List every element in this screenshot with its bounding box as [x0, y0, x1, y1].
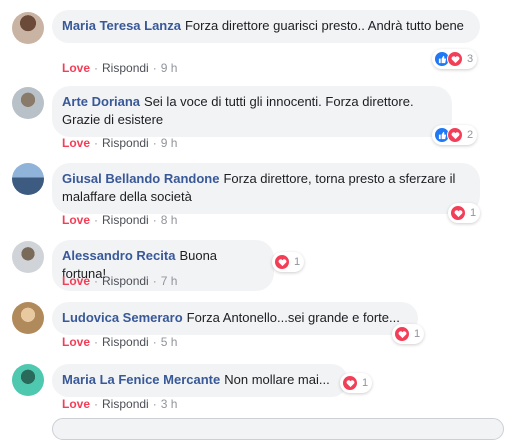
comment-author[interactable]: Ludovica Semeraro	[62, 310, 183, 325]
comment-bubble: Giusal Bellando Randone Forza direttore, …	[52, 163, 480, 214]
separator: ·	[94, 335, 99, 349]
comment-bubble: Maria La Fenice Mercante Non mollare mai.…	[52, 364, 348, 397]
avatar[interactable]	[12, 163, 44, 195]
comment-actions: Love · Rispondi · 5 h	[62, 335, 177, 349]
love-link[interactable]: Love	[62, 397, 90, 411]
love-link[interactable]: Love	[62, 274, 90, 288]
comment-bubble: Ludovica Semeraro Forza Antonello...sei g…	[52, 302, 418, 335]
separator: ·	[152, 61, 157, 75]
comment-author[interactable]: Maria Teresa Lanza	[62, 18, 181, 33]
comment-bubble: Maria Teresa Lanza Forza direttore guaris…	[52, 10, 480, 43]
comment-time[interactable]: 5 h	[161, 335, 178, 349]
separator: ·	[94, 61, 99, 75]
comment-actions: Love · Rispondi · 3 h	[62, 397, 177, 411]
comment-actions: Love · Rispondi · 9 h	[62, 136, 177, 150]
separator: ·	[94, 397, 99, 411]
reaction-summary[interactable]: 3	[432, 49, 478, 69]
separator: ·	[94, 213, 99, 227]
comment-author[interactable]: Giusal Bellando Randone	[62, 171, 219, 186]
reply-link[interactable]: Rispondi	[102, 274, 149, 288]
comment-author[interactable]: Arte Doriana	[62, 94, 140, 109]
separator: ·	[152, 213, 157, 227]
avatar[interactable]	[12, 87, 44, 119]
love-link[interactable]: Love	[62, 61, 90, 75]
love-link[interactable]: Love	[62, 335, 90, 349]
reaction-summary[interactable]: 1	[272, 252, 305, 272]
reaction-count: 1	[362, 377, 369, 389]
comment-actions: Love · Rispondi · 7 h	[62, 274, 177, 288]
reaction-count: 1	[470, 207, 477, 219]
comment-time[interactable]: 9 h	[161, 136, 178, 150]
heart-icon	[342, 375, 358, 391]
heart-icon	[394, 326, 410, 342]
love-link[interactable]: Love	[62, 213, 90, 227]
comment-text: Forza direttore guarisci presto.. Andrà …	[184, 18, 464, 33]
comment-text: Non mollare mai...	[224, 372, 330, 387]
separator: ·	[152, 274, 157, 288]
comment-author[interactable]: Alessandro Recita	[62, 248, 175, 263]
reply-link[interactable]: Rispondi	[102, 213, 149, 227]
comment-input[interactable]	[52, 418, 504, 440]
reaction-count: 1	[414, 328, 421, 340]
reply-link[interactable]: Rispondi	[102, 136, 149, 150]
comment-text: Forza Antonello...sei grande e forte...	[186, 310, 400, 325]
comment-time[interactable]: 3 h	[161, 397, 178, 411]
avatar[interactable]	[12, 364, 44, 396]
reaction-summary[interactable]: 1	[448, 203, 481, 223]
comment-bubble: Arte Doriana Sei la voce di tutti gli inn…	[52, 86, 452, 137]
comment-time[interactable]: 8 h	[161, 213, 178, 227]
separator: ·	[152, 335, 157, 349]
comment-time[interactable]: 7 h	[161, 274, 178, 288]
comment-time[interactable]: 9 h	[161, 61, 178, 75]
reaction-summary[interactable]: 1	[340, 373, 373, 393]
reaction-count: 1	[294, 256, 301, 268]
heart-icon	[274, 254, 290, 270]
heart-icon	[447, 51, 463, 67]
avatar[interactable]	[12, 241, 44, 273]
reply-link[interactable]: Rispondi	[102, 61, 149, 75]
separator: ·	[152, 397, 157, 411]
separator: ·	[94, 136, 99, 150]
heart-icon	[450, 205, 466, 221]
reply-link[interactable]: Rispondi	[102, 397, 149, 411]
reaction-summary[interactable]: 2	[432, 125, 478, 145]
reply-link[interactable]: Rispondi	[102, 335, 149, 349]
reaction-count: 3	[467, 53, 474, 65]
avatar[interactable]	[12, 302, 44, 334]
avatar[interactable]	[12, 12, 44, 44]
comment-author[interactable]: Maria La Fenice Mercante	[62, 372, 220, 387]
heart-icon	[447, 127, 463, 143]
love-link[interactable]: Love	[62, 136, 90, 150]
separator: ·	[152, 136, 157, 150]
separator: ·	[94, 274, 99, 288]
reaction-summary[interactable]: 1	[392, 324, 425, 344]
comment-actions: Love · Rispondi · 8 h	[62, 213, 177, 227]
reaction-count: 2	[467, 129, 474, 141]
comment-actions: Love · Rispondi · 9 h	[62, 61, 177, 75]
